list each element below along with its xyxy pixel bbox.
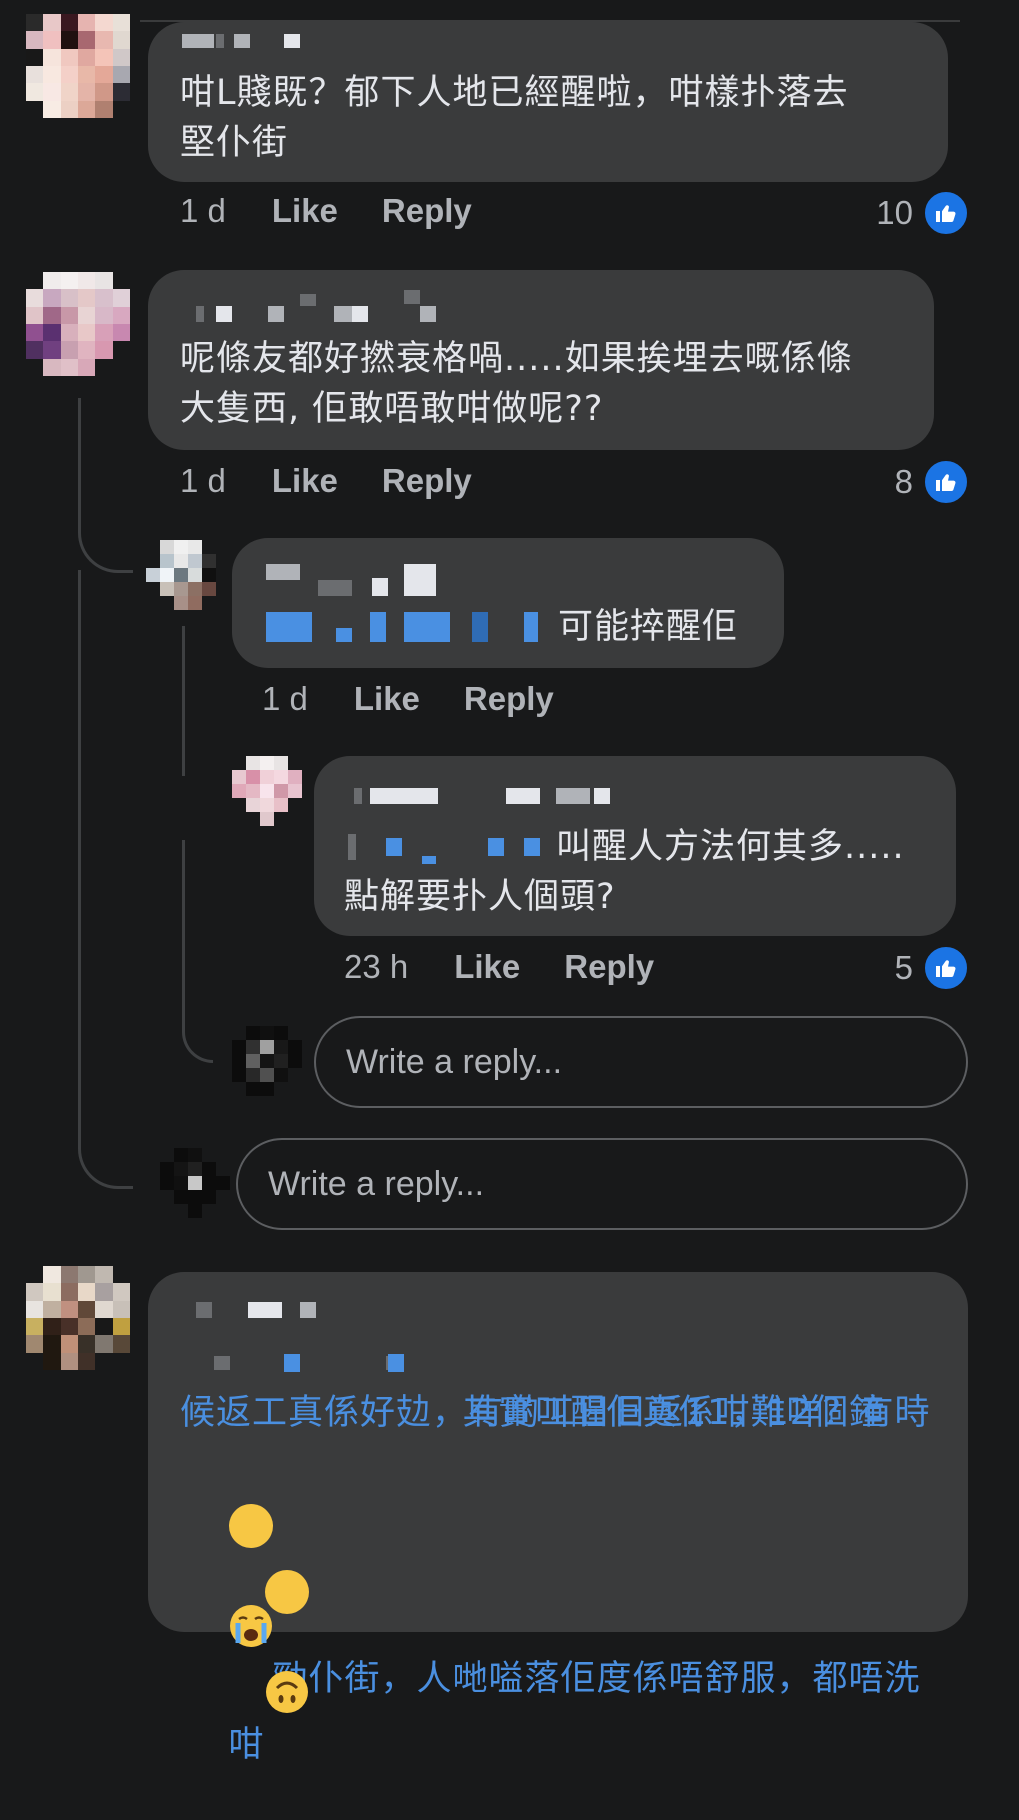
timestamp[interactable]: 23 h (344, 948, 408, 986)
reply-bubble: 叫醒人方法何其多..... 點解要扑人個頭? (314, 756, 956, 936)
comment-text-line-4: 咁 (180, 1520, 309, 1820)
current-user-avatar (160, 1148, 230, 1218)
current-user-avatar (232, 1026, 302, 1096)
like-button[interactable]: Like (454, 948, 520, 986)
thread-connector (182, 626, 185, 776)
comment-text-line-2: 候返工真係好攰，有啲工日日返11，12個鐘 (180, 1393, 886, 1433)
avatar[interactable] (232, 756, 302, 826)
reaction-count[interactable]: 5 (895, 945, 969, 991)
reply-input[interactable] (236, 1138, 968, 1230)
comment-bubble: 其實叫醒佢真係咁難咩？有時 候返工真係好攰，有啲工日日返11，12個鐘 勁仆街，… (148, 1272, 968, 1765)
reply-meta: 1 d Like Reply (262, 680, 598, 718)
reply-button[interactable]: Reply (464, 680, 554, 718)
comment-text: 呢條友都好撚衰格喎.....如果挨埋去嘅係條 大隻西, 佢敢唔敢咁做呢?? (180, 339, 853, 429)
reply-button[interactable]: Reply (564, 948, 654, 986)
reply-meta: 23 h Like Reply (344, 948, 698, 986)
reply-button[interactable]: Reply (382, 192, 472, 230)
reaction-count[interactable]: 10 (876, 190, 969, 236)
upside-down-face-icon (264, 1570, 309, 1713)
thumbs-up-icon (923, 459, 969, 505)
comment-bubble: 咁L賤既？郁下人地已經醒啦，咁樣扑落去 堅仆街 (148, 22, 948, 182)
avatar[interactable] (26, 1266, 130, 1370)
like-button[interactable]: Like (272, 192, 338, 230)
thumbs-up-icon (923, 190, 969, 236)
thumbs-up-icon (923, 945, 969, 991)
thread-connector (182, 840, 213, 1063)
comment-bubble: 呢條友都好撚衰格喎.....如果挨埋去嘅係條 大隻西, 佢敢唔敢咁做呢?? (148, 270, 934, 450)
like-count: 5 (894, 949, 913, 986)
like-button[interactable]: Like (272, 462, 338, 500)
timestamp[interactable]: 1 d (262, 680, 308, 718)
reply-bubble: 可能捽醒佢 (232, 538, 784, 668)
reply-text: 可能捽醒佢 (558, 607, 739, 647)
timestamp[interactable]: 1 d (180, 462, 226, 500)
comment-text: 咁L賤既？郁下人地已經醒啦，咁樣扑落去 堅仆街 (180, 73, 849, 163)
comment-meta: 1 d Like Reply (180, 462, 516, 500)
thread-connector (78, 570, 133, 1189)
thread-connector (78, 398, 133, 573)
reply-text-line-1: 叫醒人方法何其多..... (556, 827, 905, 867)
timestamp[interactable]: 1 d (180, 192, 226, 230)
reply-text-line-2: 點解要扑人個頭? (344, 877, 616, 917)
reaction-count[interactable]: 8 (895, 459, 969, 505)
like-button[interactable]: Like (354, 680, 420, 718)
comment-meta: 1 d Like Reply (180, 192, 516, 230)
reply-button[interactable]: Reply (382, 462, 472, 500)
avatar[interactable] (26, 14, 130, 118)
avatar[interactable] (26, 272, 130, 376)
avatar[interactable] (146, 540, 216, 610)
like-count: 8 (894, 463, 913, 500)
nested-reply-input[interactable] (314, 1016, 968, 1108)
like-count: 10 (876, 194, 913, 231)
